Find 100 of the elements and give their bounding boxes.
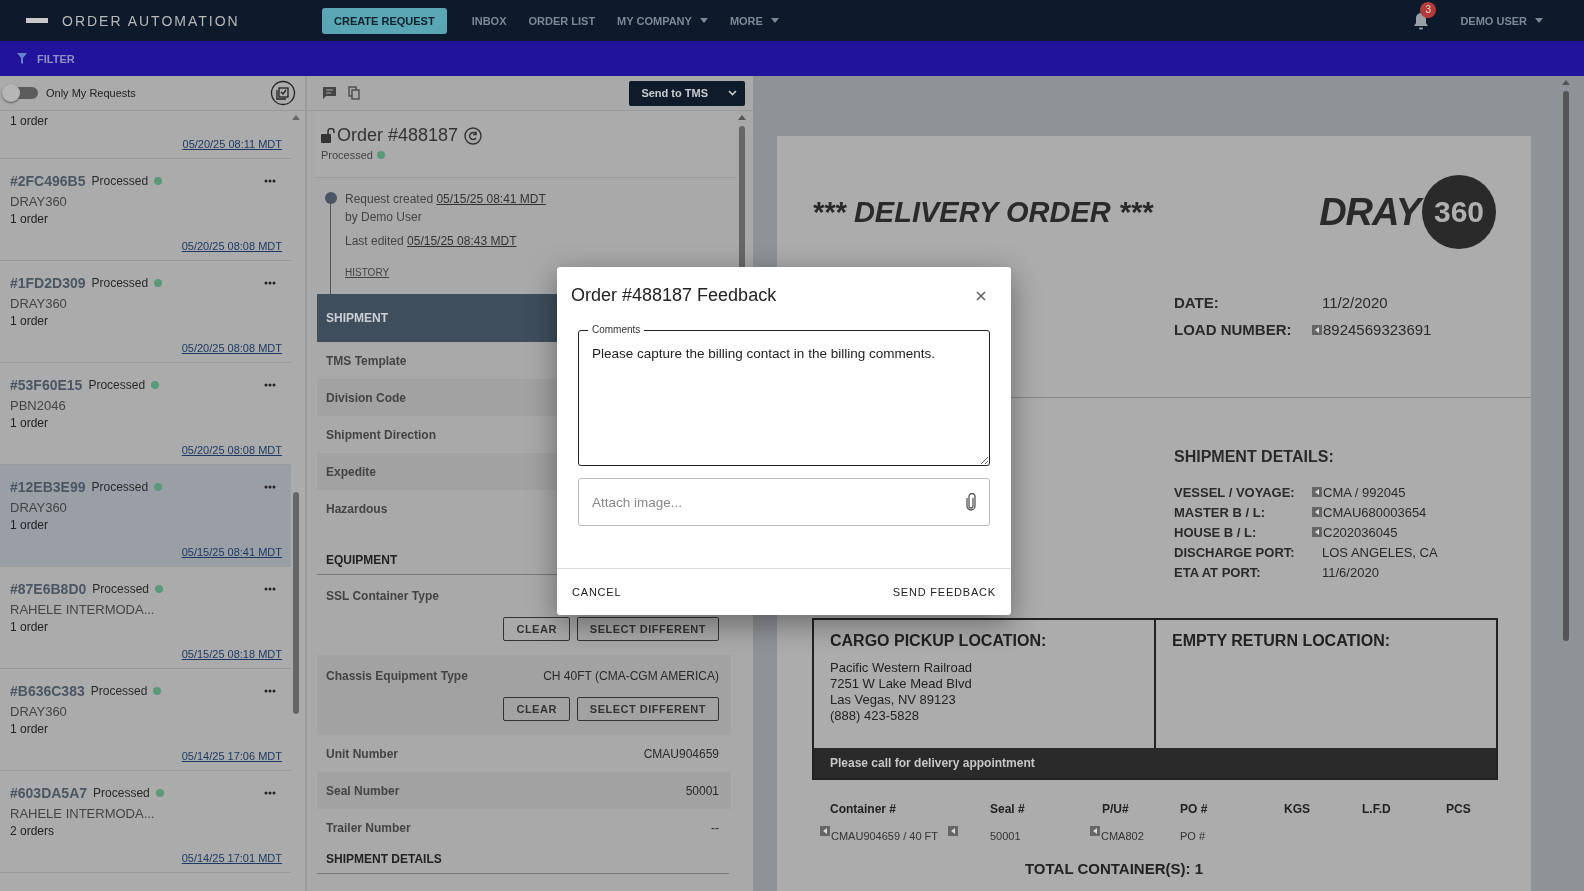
status-label: Processed <box>91 480 149 494</box>
user-menu[interactable]: DEMO USER <box>1449 8 1554 33</box>
request-item[interactable]: #87E6B8D0 Processed RAHELE INTERMODA... 1 order 05/15/25 08:18 MDT <box>0 567 291 669</box>
extraction-marker-icon[interactable] <box>1090 826 1100 836</box>
request-source: RAHELE INTERMODA... <box>10 806 156 821</box>
comments-label: Comments <box>588 324 645 336</box>
scroll-up-icon[interactable] <box>291 115 300 120</box>
unlock-icon[interactable] <box>321 128 335 143</box>
extraction-marker-icon[interactable] <box>820 826 830 836</box>
section-header: SHIPMENT DETAILS <box>317 846 729 874</box>
more-icon[interactable] <box>264 587 276 591</box>
outline-button[interactable]: SELECT DIFFERENT <box>576 617 719 641</box>
caret-icon[interactable] <box>770 18 779 23</box>
request-date-link[interactable]: 05/15/25 08:41 MDT <box>181 546 282 558</box>
outline-button[interactable]: CLEAR <box>503 697 570 721</box>
extraction-marker-icon[interactable] <box>948 826 958 836</box>
caret-icon[interactable] <box>699 18 708 23</box>
more-icon[interactable] <box>264 485 276 489</box>
request-source: DRAY360 <box>10 704 68 719</box>
more-icon[interactable] <box>264 791 276 795</box>
toggle-switch[interactable] <box>4 87 38 99</box>
nav-link[interactable]: INBOX <box>460 8 518 33</box>
total-text: TOTAL CONTAINER(S): 1 <box>1023 860 1205 877</box>
notification-badge: 3 <box>1420 1 1437 18</box>
document-value: C202036045 <box>1323 524 1398 540</box>
order-status: Processed <box>321 149 373 161</box>
order-count: 1 order <box>10 212 50 226</box>
request-item[interactable]: #2FC496B5 Processed DRAY360 1 order 05/20/25 08:08 MDT <box>0 159 291 261</box>
document-label: LOAD NUMBER: <box>1174 321 1293 338</box>
scroll-up-icon[interactable] <box>737 115 746 120</box>
request-source: DRAY360 <box>10 296 68 311</box>
chevron-down-icon[interactable] <box>728 90 737 96</box>
request-item[interactable]: #12EB3E99 Processed DRAY360 1 order 05/15/25 08:41 MDT <box>0 465 291 567</box>
created-date-link[interactable]: 05/15/25 08:41 MDT <box>436 192 546 206</box>
request-date-link[interactable]: 05/20/25 08:08 MDT <box>181 342 282 354</box>
document-label: DISCHARGE PORT: <box>1174 544 1296 560</box>
request-date-link[interactable]: 05/20/25 08:08 MDT <box>181 444 282 456</box>
request-date-link[interactable]: 05/14/25 17:01 MDT <box>181 852 282 864</box>
document-title: *** DELIVERY ORDER *** <box>812 195 1153 229</box>
field-label: Shipment Direction <box>326 427 436 442</box>
filter-icon[interactable] <box>17 53 27 64</box>
document-label: VESSEL / VOYAGE: <box>1174 484 1296 500</box>
request-item[interactable]: #1FD2D309 Processed DRAY360 1 order 05/20/25 08:08 MDT <box>0 261 291 363</box>
column-header: Seal # <box>990 802 1026 816</box>
filter-button[interactable]: FILTER <box>33 50 79 67</box>
caret-icon[interactable] <box>1535 18 1543 23</box>
close-icon[interactable] <box>976 290 986 301</box>
request-item[interactable]: 1 order 05/20/25 08:11 MDT <box>0 111 291 159</box>
send-feedback-button[interactable]: SEND FEEDBACK <box>883 579 1005 605</box>
status-label: Processed <box>88 378 146 392</box>
request-date-link[interactable]: 05/14/25 17:06 MDT <box>181 750 282 762</box>
field-label: Expedite <box>326 464 376 479</box>
request-date-link[interactable]: 05/15/25 08:18 MDT <box>181 648 282 660</box>
select-all-icon[interactable] <box>270 80 296 106</box>
outline-button[interactable]: CLEAR <box>503 617 570 641</box>
extraction-marker-icon[interactable] <box>1312 324 1322 335</box>
more-icon[interactable] <box>264 689 276 693</box>
nav-link[interactable]: ORDER LIST <box>517 8 607 33</box>
field-label: Seal Number <box>326 783 400 798</box>
copy-icon[interactable] <box>348 86 360 100</box>
request-date-link[interactable]: 05/20/25 08:08 MDT <box>181 240 282 252</box>
document-label: HOUSE B / L: <box>1174 524 1258 540</box>
status-label: Processed <box>92 582 149 596</box>
order-count: 2 orders <box>10 824 56 838</box>
request-source: PBN2046 <box>10 398 67 413</box>
more-icon[interactable] <box>264 179 276 183</box>
comment-icon[interactable] <box>323 87 336 99</box>
nav-link[interactable]: MY COMPANY <box>606 8 719 33</box>
document-label: MASTER B / L: <box>1174 504 1266 520</box>
request-source: DRAY360 <box>10 194 68 209</box>
paperclip-icon[interactable] <box>966 493 976 511</box>
refresh-icon[interactable] <box>464 126 483 145</box>
order-count: 1 order <box>10 114 50 128</box>
extraction-marker-icon[interactable] <box>1312 487 1322 497</box>
request-item[interactable]: #603DA5A7 Processed RAHELE INTERMODA... 2 orders 05/14/25 17:01 MDT <box>0 771 291 873</box>
nav-link[interactable]: MORE <box>718 8 790 33</box>
document-value: CMAU680003654 <box>1323 504 1427 520</box>
field-label: Hazardous <box>326 501 388 516</box>
field-value: CH 40FT (CMA-CGM AMERICA) <box>543 669 719 683</box>
extraction-marker-icon[interactable] <box>1312 507 1322 517</box>
extraction-marker-icon[interactable] <box>1312 527 1322 537</box>
document-value: LOS ANGELES, CA <box>1321 544 1438 560</box>
more-icon[interactable] <box>264 383 276 387</box>
more-icon[interactable] <box>264 281 276 285</box>
order-count: 1 order <box>10 416 50 430</box>
create-request-button[interactable]: CREATE REQUEST <box>322 7 447 34</box>
request-id: #53F60E15 <box>10 377 83 393</box>
cancel-button[interactable]: CANCEL <box>563 579 631 605</box>
send-to-tms-button[interactable]: Send to TMS <box>629 80 745 106</box>
section-title: SHIPMENT DETAILS: <box>1174 448 1335 466</box>
outline-button[interactable]: SELECT DIFFERENT <box>576 697 719 721</box>
status-label: Processed <box>90 684 148 698</box>
edited-date-link[interactable]: 05/15/25 08:43 MDT <box>407 234 517 248</box>
column-header: PO # <box>1180 802 1209 816</box>
request-date-link[interactable]: 05/20/25 08:11 MDT <box>182 138 282 150</box>
order-title: Order #488187 <box>337 125 459 146</box>
status-dot <box>377 151 385 159</box>
request-item[interactable]: #B636C383 Processed DRAY360 1 order 05/14/25 17:06 MDT <box>0 669 291 771</box>
history-link[interactable]: HISTORY <box>345 267 390 278</box>
attach-image-field[interactable]: Attach image... <box>578 478 990 526</box>
